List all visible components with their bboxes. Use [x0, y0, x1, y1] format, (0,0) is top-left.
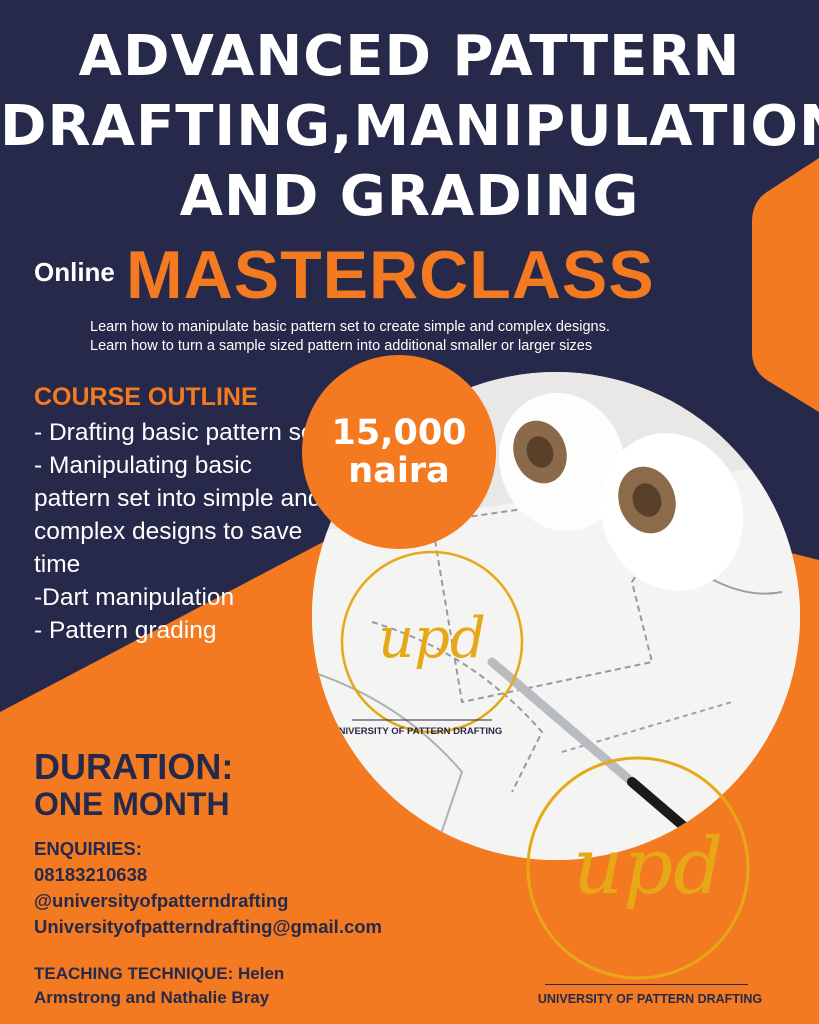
logo-divider: [545, 984, 748, 985]
list-item: - Pattern grading: [34, 617, 217, 644]
teaching-technique: TEACHING TECHNIQUE: Helen Armstrong and …: [34, 964, 285, 1007]
logo-mark: upd: [573, 822, 723, 912]
title-line-3: AND GRADING: [179, 164, 640, 229]
list-item: -Dart manipulation: [34, 584, 235, 611]
title-line-1: ADVANCED PATTERN: [78, 24, 741, 89]
list-item: - Drafting basic pattern set: [34, 419, 322, 446]
online-label: Online: [34, 257, 115, 287]
course-outline-list: - Drafting basic pattern set - Manipulat…: [34, 416, 324, 647]
poster: ADVANCED PATTERN DRAFTING,MANIPULATION A…: [0, 0, 819, 1024]
enquiries-heading: ENQUIRIES:: [34, 838, 142, 859]
enquiries-email: Universityofpatterndrafting@gmail.com: [34, 916, 383, 937]
page-title: ADVANCED PATTERN DRAFTING,MANIPULATION A…: [0, 22, 819, 232]
learn-line-1: Learn how to manipulate basic pattern se…: [90, 319, 610, 335]
duration-value: ONE MONTH: [34, 786, 230, 822]
price-unit: naira: [348, 451, 450, 491]
price-badge: 15,000 naira: [302, 355, 496, 549]
masterclass-heading: MASTERCLASS: [126, 237, 655, 313]
logo-mark-small: upd: [378, 606, 486, 671]
learn-description: Learn how to manipulate basic pattern se…: [90, 318, 610, 356]
enquiries-handle: @universityofpatterndrafting: [34, 890, 289, 911]
upd-logo: upd: [526, 756, 750, 980]
enquiries-block: ENQUIRIES: 08183210638 @universityofpatt…: [34, 836, 382, 940]
learn-line-2: Learn how to turn a sample sized pattern…: [90, 338, 593, 354]
logo-caption: UNIVERSITY OF PATTERN DRAFTING: [537, 992, 763, 1006]
logo-caption-small: UNIVERSITY OF PATTERN DRAFTING: [332, 726, 502, 737]
enquiries-phone: 08183210638: [34, 864, 148, 885]
list-item: - Manipulating basic pattern set into si…: [34, 452, 322, 578]
title-line-2: DRAFTING,MANIPULATION: [0, 94, 819, 159]
course-outline-heading: COURSE OUTLINE: [34, 383, 258, 411]
price-amount: 15,000: [331, 413, 467, 453]
duration-heading: DURATION:: [34, 746, 234, 787]
